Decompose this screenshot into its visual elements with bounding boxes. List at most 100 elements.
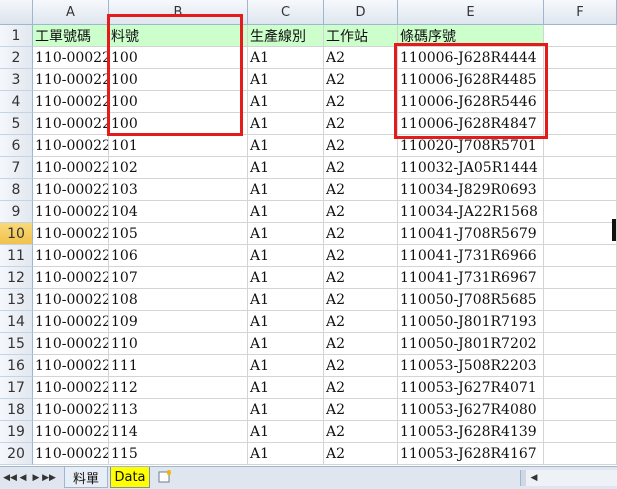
cell-part-number[interactable]: 112 (109, 377, 248, 399)
cell-empty[interactable] (544, 289, 617, 311)
cell-production-line[interactable]: A1 (248, 157, 324, 179)
cell-production-line[interactable]: A1 (248, 47, 324, 69)
cell-work-station[interactable]: A2 (324, 377, 398, 399)
row-header-11[interactable]: 11 (0, 245, 33, 267)
cell-work-order[interactable]: 110-00022 (33, 443, 109, 465)
cell-part-number[interactable]: 110 (109, 333, 248, 355)
cell-production-line[interactable]: A1 (248, 69, 324, 91)
cell-work-order[interactable]: 110-00022 (33, 223, 109, 245)
cell-part-number[interactable]: 108 (109, 289, 248, 311)
cell-barcode-serial[interactable]: 110050-J801R7193 (398, 311, 544, 333)
cell-work-order[interactable]: 110-00022 (33, 333, 109, 355)
cell-barcode-serial[interactable]: 110006-J628R4485 (398, 69, 544, 91)
cell-part-number[interactable]: 113 (109, 399, 248, 421)
cell-work-station[interactable]: A2 (324, 69, 398, 91)
last-sheet-nav-icon[interactable]: ▶▶ (42, 470, 56, 486)
cell-empty[interactable] (544, 25, 617, 47)
cell-work-station[interactable]: A2 (324, 355, 398, 377)
cell-empty[interactable] (544, 399, 617, 421)
cell-barcode-serial[interactable]: 110020-J708R5701 (398, 135, 544, 157)
cell-work-order[interactable]: 110-00022 (33, 245, 109, 267)
cell-part-number[interactable]: 105 (109, 223, 248, 245)
cell-production-line[interactable]: A1 (248, 311, 324, 333)
cell-part-number[interactable]: 100 (109, 113, 248, 135)
cell-empty[interactable] (544, 333, 617, 355)
cell-work-order[interactable]: 110-00022 (33, 421, 109, 443)
cell-production-line[interactable]: A1 (248, 267, 324, 289)
horizontal-scrollbar[interactable]: ◀ (520, 470, 617, 486)
cell-barcode-serial[interactable]: 110006-J628R4444 (398, 47, 544, 69)
cell-barcode-serial[interactable]: 110034-J829R0693 (398, 179, 544, 201)
cell-work-order[interactable]: 110-00022 (33, 179, 109, 201)
cell-part-number[interactable]: 114 (109, 421, 248, 443)
row-header-15[interactable]: 15 (0, 333, 33, 355)
sheet-tab-data[interactable]: Data (110, 467, 150, 488)
column-header-a[interactable]: A (33, 0, 109, 25)
cell-empty[interactable] (544, 355, 617, 377)
cell-barcode-serial[interactable]: 110041-J731R6967 (398, 267, 544, 289)
cell-work-order[interactable]: 110-00022 (33, 91, 109, 113)
row-header-7[interactable]: 7 (0, 157, 33, 179)
header-cell-production-line[interactable]: 生產線別 (248, 25, 324, 47)
cell-work-order[interactable]: 110-00022 (33, 135, 109, 157)
column-header-b[interactable]: B (109, 0, 248, 25)
cell-production-line[interactable]: A1 (248, 135, 324, 157)
new-sheet-icon[interactable] (154, 468, 176, 486)
cell-work-station[interactable]: A2 (324, 47, 398, 69)
cell-empty[interactable] (544, 69, 617, 91)
cell-production-line[interactable]: A1 (248, 443, 324, 465)
cell-empty[interactable] (544, 443, 617, 465)
cell-work-station[interactable]: A2 (324, 399, 398, 421)
cell-barcode-serial[interactable]: 110006-J628R5446 (398, 91, 544, 113)
cell-work-order[interactable]: 110-00022 (33, 311, 109, 333)
cell-empty[interactable] (544, 179, 617, 201)
cell-work-order[interactable]: 110-00022 (33, 267, 109, 289)
prev-sheet-nav-icon[interactable]: ◀ (17, 470, 29, 486)
cell-work-station[interactable]: A2 (324, 443, 398, 465)
cell-part-number[interactable]: 109 (109, 311, 248, 333)
row-header-9[interactable]: 9 (0, 201, 33, 223)
cell-work-order[interactable]: 110-00022 (33, 201, 109, 223)
row-header-10[interactable]: 10 (0, 223, 33, 245)
column-header-e[interactable]: E (398, 0, 544, 25)
cell-work-order[interactable]: 110-00022 (33, 289, 109, 311)
cell-part-number[interactable]: 115 (109, 443, 248, 465)
cell-barcode-serial[interactable]: 110050-J708R5685 (398, 289, 544, 311)
row-header-12[interactable]: 12 (0, 267, 33, 289)
cell-empty[interactable] (544, 135, 617, 157)
cell-part-number[interactable]: 104 (109, 201, 248, 223)
cell-work-order[interactable]: 110-00022 (33, 399, 109, 421)
select-all-corner[interactable] (0, 0, 33, 25)
scroll-left-icon[interactable]: ◀ (527, 470, 541, 486)
cell-production-line[interactable]: A1 (248, 113, 324, 135)
row-header-18[interactable]: 18 (0, 399, 33, 421)
cell-part-number[interactable]: 100 (109, 91, 248, 113)
row-header-13[interactable]: 13 (0, 289, 33, 311)
cell-part-number[interactable]: 101 (109, 135, 248, 157)
cell-barcode-serial[interactable]: 110053-J628R4167 (398, 443, 544, 465)
cell-work-station[interactable]: A2 (324, 267, 398, 289)
cell-barcode-serial[interactable]: 110053-J628R4139 (398, 421, 544, 443)
cell-work-station[interactable]: A2 (324, 179, 398, 201)
cell-work-station[interactable]: A2 (324, 333, 398, 355)
cell-production-line[interactable]: A1 (248, 355, 324, 377)
row-header-5[interactable]: 5 (0, 113, 33, 135)
row-header-8[interactable]: 8 (0, 179, 33, 201)
scroll-split-handle[interactable] (521, 470, 526, 486)
cell-barcode-serial[interactable]: 110041-J708R5679 (398, 223, 544, 245)
row-header-6[interactable]: 6 (0, 135, 33, 157)
cell-barcode-serial[interactable]: 110034-JA22R1568 (398, 201, 544, 223)
cell-production-line[interactable]: A1 (248, 421, 324, 443)
cell-work-station[interactable]: A2 (324, 421, 398, 443)
cell-work-station[interactable]: A2 (324, 113, 398, 135)
row-header-19[interactable]: 19 (0, 421, 33, 443)
cell-barcode-serial[interactable]: 110006-J628R4847 (398, 113, 544, 135)
row-header-2[interactable]: 2 (0, 47, 33, 69)
cell-work-order[interactable]: 110-00022 (33, 377, 109, 399)
row-header-17[interactable]: 17 (0, 377, 33, 399)
cell-empty[interactable] (544, 157, 617, 179)
cell-empty[interactable] (544, 245, 617, 267)
cell-work-order[interactable]: 110-00022 (33, 47, 109, 69)
cell-barcode-serial[interactable]: 110050-J801R7202 (398, 333, 544, 355)
sheet-tab-bom[interactable]: 料單 (64, 467, 108, 488)
